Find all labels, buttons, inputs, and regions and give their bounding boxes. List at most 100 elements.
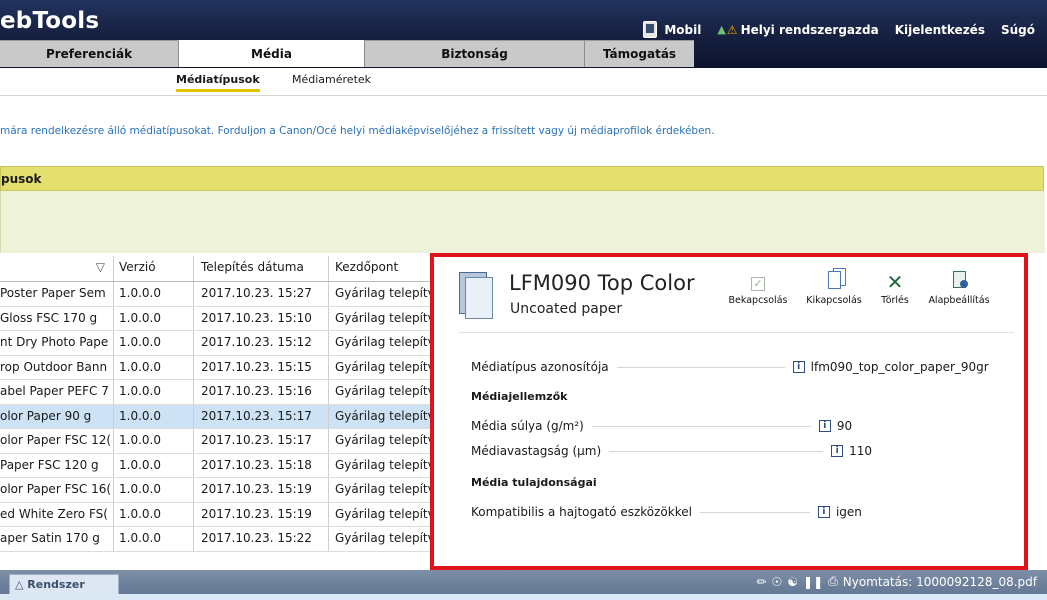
- default-button[interactable]: Alapbeállítás: [920, 271, 998, 306]
- row-version: 1.0.0.0: [113, 380, 193, 404]
- media-icon: [459, 272, 494, 319]
- info-icon[interactable]: i: [831, 445, 844, 457]
- row-date: 2017.10.23. 15:10: [193, 306, 328, 330]
- row-origin: Gyárilag telepítv: [328, 453, 440, 477]
- media-subtitle: Uncoated paper: [510, 301, 623, 317]
- table-row[interactable]: Poster Paper Sem 1.0.0.0 2017.10.23. 15:27…: [0, 282, 440, 307]
- subtab-media-types[interactable]: Médiatípusok: [176, 73, 260, 92]
- table-row-selected[interactable]: olor Paper 90 g 1.0.0.0 2017.10.23. 15:17 G…: [0, 404, 440, 429]
- top-links: Mobil ▲ ⚠ Helyi rendszergazda Kijelentke…: [643, 21, 1047, 38]
- info-text: mára rendelkezésre álló médiatípusokat. …: [0, 125, 715, 137]
- enable-button[interactable]: ✓ Bekapcsolás: [718, 271, 798, 306]
- divider: [459, 332, 1014, 333]
- row-version: 1.0.0.0: [113, 331, 193, 355]
- row-version: 1.0.0.0: [113, 453, 193, 477]
- col-version[interactable]: Verzió: [113, 256, 193, 281]
- info-icon[interactable]: i: [817, 506, 830, 518]
- row-name: olor Paper 90 g: [0, 408, 92, 423]
- info-icon[interactable]: i: [818, 420, 831, 432]
- default-media-icon: [920, 271, 998, 293]
- table-row[interactable]: nt Dry Photo Pape 1.0.0.0 2017.10.23. 15:1…: [0, 331, 440, 356]
- row-version: 1.0.0.0: [113, 478, 193, 502]
- media-id-value: lfm090_top_color_paper_90gr: [810, 360, 989, 374]
- weight-label: Média súlya (g/m²): [471, 419, 584, 433]
- thickness-value: 110: [849, 444, 873, 458]
- table-row[interactable]: aper Satin 170 g 1.0.0.0 2017.10.23. 15:22…: [0, 527, 440, 552]
- sort-icon[interactable]: ▽: [0, 256, 113, 281]
- row-date: 2017.10.23. 15:22: [193, 527, 328, 551]
- row-origin: Gyárilag telepítv: [328, 502, 440, 526]
- print-status[interactable]: Nyomtatás: 1000092128_08.pdf: [843, 575, 1037, 589]
- delete-label: Törlés: [881, 295, 909, 306]
- table-row[interactable]: rop Outdoor Bann 1.0.0.0 2017.10.23. 15:15…: [0, 355, 440, 380]
- media-types-panel-body: [0, 191, 1045, 253]
- table-row[interactable]: ed White Zero FS(1.0.0.0 2017.10.23. 15:1…: [0, 502, 440, 527]
- default-label: Alapbeállítás: [928, 295, 990, 306]
- row-origin: Gyárilag telepítv: [328, 282, 440, 306]
- row-date: 2017.10.23. 15:17: [193, 429, 328, 453]
- media-id-label: Médiatípus azonosítója: [471, 360, 609, 374]
- col-origin[interactable]: Kezdőpont: [328, 256, 440, 281]
- row-origin: Gyárilag telepítv: [328, 404, 440, 428]
- row-date: 2017.10.23. 15:18: [193, 453, 328, 477]
- tab-media[interactable]: Média: [178, 40, 364, 67]
- properties-heading: Média tulajdonságai: [471, 476, 597, 489]
- row-date: 2017.10.23. 15:16: [193, 380, 328, 404]
- row-version: 1.0.0.0: [113, 502, 193, 526]
- tab-support[interactable]: Támogatás: [584, 40, 694, 67]
- row-version: 1.0.0.0: [113, 355, 193, 379]
- status-right: ✏ ☉ ☯ ❚❚ ⎙ Nyomtatás: 1000092128_08.pdf: [756, 574, 1037, 589]
- row-name: aper Satin 170 g: [0, 531, 100, 545]
- enable-label: Bekapcsolás: [728, 295, 788, 306]
- user-icon: ▲: [717, 23, 726, 36]
- disc-icon: ☉: [771, 574, 783, 589]
- network-icon: ☯: [787, 574, 799, 589]
- compatible-value: igen: [835, 505, 862, 519]
- row-origin: Gyárilag telepítv: [328, 306, 440, 330]
- disable-button[interactable]: Kikapcsolás: [798, 271, 870, 306]
- col-install-date[interactable]: Telepítés dátuma: [193, 256, 328, 281]
- row-origin: Gyárilag telepítv: [328, 478, 440, 502]
- help-link[interactable]: Súgó: [1001, 23, 1035, 37]
- media-types-panel-header: pusok: [0, 166, 1044, 191]
- row-date: 2017.10.23. 15:12: [193, 331, 328, 355]
- media-detail-panel: LFM090 Top Color Uncoated paper ✓ Bekapc…: [430, 253, 1028, 570]
- checkbox-icon: ✓: [718, 271, 798, 293]
- row-version: 1.0.0.0: [113, 429, 193, 453]
- printer-icon: ⎙: [828, 574, 838, 588]
- main-tabs: Preferenciák Média Biztonság Támogatás: [0, 40, 694, 67]
- media-id-row: Médiatípus azonosítója i lfm090_top_colo…: [471, 360, 989, 374]
- row-date: 2017.10.23. 15:17: [193, 404, 328, 428]
- thickness-label: Médiavastagság (µm): [471, 444, 602, 458]
- characteristics-heading: Médiajellemzők: [471, 390, 568, 403]
- compatible-label: Kompatibilis a hajtogató eszközökkel: [471, 505, 692, 519]
- row-name: rop Outdoor Bann: [0, 359, 108, 374]
- table-header: ▽ Verzió Telepítés dátuma Kezdőpont: [0, 256, 440, 282]
- sub-tabs: Médiatípusok Médiaméretek: [0, 68, 1047, 96]
- table-row[interactable]: abel Paper PEFC 7 1.0.0.0 2017.10.23. 15:1…: [0, 380, 440, 405]
- table-row[interactable]: olor Paper FSC 12(1.0.0.0 2017.10.23. 15:…: [0, 429, 440, 454]
- row-date: 2017.10.23. 15:27: [193, 282, 328, 306]
- table-row[interactable]: olor Paper FSC 16(1.0.0.0 2017.10.23. 15:…: [0, 478, 440, 503]
- status-strip: [0, 594, 1047, 600]
- admin-link[interactable]: ▲ ⚠ Helyi rendszergazda: [717, 23, 878, 37]
- row-version: 1.0.0.0: [113, 404, 193, 428]
- row-name: olor Paper FSC 12(: [0, 433, 112, 447]
- row-origin: Gyárilag telepítv: [328, 429, 440, 453]
- tab-preferences[interactable]: Preferenciák: [0, 40, 178, 67]
- table-row[interactable]: Gloss FSC 170 g 1.0.0.0 2017.10.23. 15:10 G…: [0, 306, 440, 331]
- delete-button[interactable]: ✕ Törlés: [870, 271, 920, 306]
- media-table: ▽ Verzió Telepítés dátuma Kezdőpont Post…: [0, 256, 440, 552]
- compatible-row: Kompatibilis a hajtogató eszközökkel i i…: [471, 505, 862, 519]
- table-row[interactable]: Paper FSC 120 g 1.0.0.0 2017.10.23. 15:18 G…: [0, 453, 440, 478]
- warning-icon: ⚠: [726, 22, 738, 37]
- subtab-media-sizes[interactable]: Médiaméretek: [292, 73, 371, 86]
- logout-link[interactable]: Kijelentkezés: [895, 23, 985, 37]
- row-version: 1.0.0.0: [113, 282, 193, 306]
- weight-row: Média súlya (g/m²) i 90: [471, 419, 852, 433]
- disable-media-icon: [798, 271, 870, 293]
- row-date: 2017.10.23. 15:15: [193, 355, 328, 379]
- info-icon[interactable]: i: [792, 361, 805, 373]
- tab-security[interactable]: Biztonság: [364, 40, 584, 67]
- mobile-link[interactable]: Mobil: [643, 21, 701, 38]
